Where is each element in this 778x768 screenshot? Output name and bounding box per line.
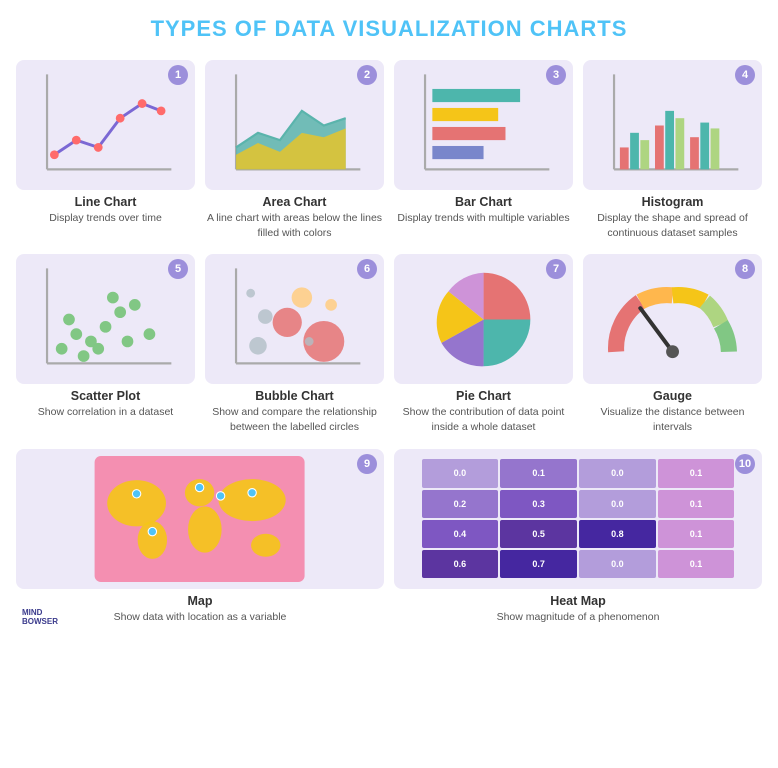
chart-card-map: 9 xyxy=(16,449,384,625)
chart-name-histogram: Histogram xyxy=(642,195,704,209)
badge-10: 10 xyxy=(735,454,755,474)
bar-chart-svg xyxy=(403,67,564,184)
chart-box-pie: 7 xyxy=(394,254,573,384)
chart-card-line: 1 Line Chart Display trends over time xyxy=(16,60,195,240)
badge-4: 4 xyxy=(735,65,755,85)
brand-logo: MIND BOWSER xyxy=(22,609,58,627)
badge-2: 2 xyxy=(357,65,377,85)
chart-card-bubble: 6 Bubble Chart Show and compare the rela… xyxy=(205,254,384,434)
chart-desc-bubble: Show and compare the relationship betwee… xyxy=(205,405,384,434)
heatmap-cell: 0.1 xyxy=(658,550,735,578)
chart-box-heatmap: 10 0.00.10.00.10.20.30.00.10.40.50.80.10… xyxy=(394,449,762,589)
chart-box-bubble: 6 xyxy=(205,254,384,384)
chart-box-area: 2 xyxy=(205,60,384,190)
chart-card-heatmap: 10 0.00.10.00.10.20.30.00.10.40.50.80.10… xyxy=(394,449,762,625)
chart-card-scatter: 5 Scatter Plot Show correlation in a dat… xyxy=(16,254,195,434)
heatmap-cell: 0.0 xyxy=(579,459,656,487)
badge-1: 1 xyxy=(168,65,188,85)
chart-name-bubble: Bubble Chart xyxy=(255,389,333,403)
chart-box-map: 9 xyxy=(16,449,384,589)
chart-name-heatmap: Heat Map xyxy=(550,594,606,608)
heatmap-cell: 0.0 xyxy=(579,490,656,518)
badge-9: 9 xyxy=(357,454,377,474)
heatmap-cell: 0.4 xyxy=(422,520,499,548)
chart-desc-pie: Show the contribution of data point insi… xyxy=(394,405,573,434)
brand-line1: MIND xyxy=(22,608,42,617)
line-chart-svg xyxy=(25,67,186,184)
page-title: TYPES OF DATA VISUALIZATION CHARTS xyxy=(16,16,762,42)
charts-grid-top: 1 Line Chart Display trends over time 2 xyxy=(16,60,762,240)
chart-desc-bar: Display trends with multiple variables xyxy=(397,211,569,226)
heatmap-cell: 0.2 xyxy=(422,490,499,518)
pie-svg xyxy=(403,261,564,378)
heatmap-cell: 0.1 xyxy=(658,520,735,548)
heatmap-cell: 0.8 xyxy=(579,520,656,548)
area-chart-svg xyxy=(214,67,375,184)
map-svg xyxy=(34,456,365,582)
heatmap-cell: 0.5 xyxy=(500,520,577,548)
title-part1: TYPES OF DATA VISUALIZATION xyxy=(151,16,530,41)
heatmap-cell: 0.3 xyxy=(500,490,577,518)
bubble-svg xyxy=(214,261,375,378)
chart-box-histogram: 4 xyxy=(583,60,762,190)
gauge-svg xyxy=(592,261,753,378)
chart-desc-scatter: Show correlation in a dataset xyxy=(38,405,173,420)
chart-desc-line: Display trends over time xyxy=(49,211,162,226)
heatmap-cell: 0.1 xyxy=(658,459,735,487)
chart-name-bar: Bar Chart xyxy=(455,195,512,209)
charts-grid-bottom: 9 xyxy=(16,449,762,625)
chart-box-bar: 3 xyxy=(394,60,573,190)
chart-desc-histogram: Display the shape and spread of continuo… xyxy=(583,211,762,240)
chart-name-area: Area Chart xyxy=(263,195,327,209)
chart-desc-gauge: Visualize the distance between intervals xyxy=(583,405,762,434)
chart-name-pie: Pie Chart xyxy=(456,389,511,403)
chart-desc-map: Show data with location as a variable xyxy=(114,610,287,625)
charts-grid-middle: 5 Scatter Plot Show correlation in a dat… xyxy=(16,254,762,434)
heatmap-cell: 0.7 xyxy=(500,550,577,578)
chart-name-map: Map xyxy=(188,594,213,608)
title-part2: CHARTS xyxy=(530,16,628,41)
brand-line2: BOWSER xyxy=(22,617,58,626)
chart-box-scatter: 5 xyxy=(16,254,195,384)
scatter-svg xyxy=(25,261,186,378)
heatmap-grid: 0.00.10.00.10.20.30.00.10.40.50.80.10.60… xyxy=(422,459,735,578)
heatmap-cell: 0.0 xyxy=(422,459,499,487)
chart-name-line: Line Chart xyxy=(75,195,137,209)
histogram-svg xyxy=(592,67,753,184)
chart-desc-area: A line chart with areas below the lines … xyxy=(205,211,384,240)
chart-box-line: 1 xyxy=(16,60,195,190)
chart-card-bar: 3 Bar Chart Display trends with multiple… xyxy=(394,60,573,240)
heatmap-cell: 0.1 xyxy=(500,459,577,487)
chart-name-gauge: Gauge xyxy=(653,389,692,403)
chart-name-scatter: Scatter Plot xyxy=(71,389,140,403)
chart-card-gauge: 8 Gauge Visualize the distance between i… xyxy=(583,254,762,434)
chart-box-gauge: 8 xyxy=(583,254,762,384)
heatmap-cell: 0.0 xyxy=(579,550,656,578)
heatmap-cell: 0.6 xyxy=(422,550,499,578)
chart-card-pie: 7 Pie Chart Show the contribution of dat… xyxy=(394,254,573,434)
chart-card-histogram: 4 Histogram Display the shape and spread… xyxy=(583,60,762,240)
chart-desc-heatmap: Show magnitude of a phenomenon xyxy=(497,610,660,625)
heatmap-cell: 0.1 xyxy=(658,490,735,518)
chart-card-area: 2 Area Chart A line chart with areas bel… xyxy=(205,60,384,240)
badge-3: 3 xyxy=(546,65,566,85)
